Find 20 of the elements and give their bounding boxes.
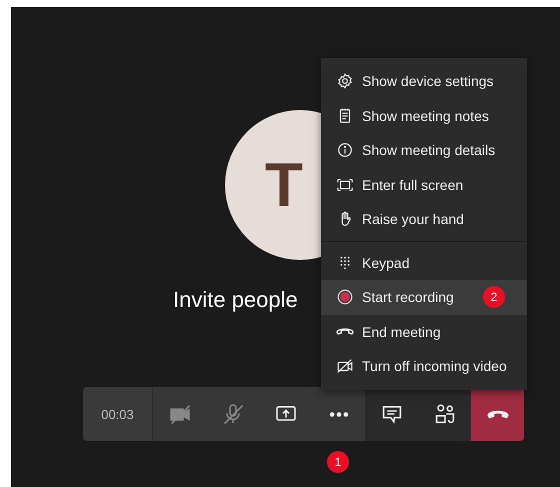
info-icon <box>336 141 354 160</box>
camera-off-icon <box>168 402 192 426</box>
menu-item[interactable]: End meeting <box>321 314 527 349</box>
record-icon <box>336 288 354 306</box>
people-button[interactable] <box>418 387 471 441</box>
step-badge: 1 <box>327 451 349 473</box>
call-timer: 00:03 <box>83 387 153 441</box>
menu-item[interactable]: Show device settings <box>321 64 527 98</box>
hang-up-icon <box>486 410 508 418</box>
more-icon <box>328 412 348 416</box>
camera-button[interactable] <box>153 387 206 441</box>
step-badge: 2 <box>483 286 505 308</box>
video-off-icon <box>336 357 354 376</box>
chat-button[interactable] <box>365 387 418 441</box>
hangup-button[interactable] <box>471 387 524 441</box>
menu-item[interactable]: Start recording 2 <box>321 280 527 314</box>
menu-item[interactable]: Turn off incoming video <box>321 349 527 384</box>
phone-icon <box>336 328 354 336</box>
gear-icon <box>336 72 354 90</box>
invite-text: Invite people <box>173 287 298 313</box>
